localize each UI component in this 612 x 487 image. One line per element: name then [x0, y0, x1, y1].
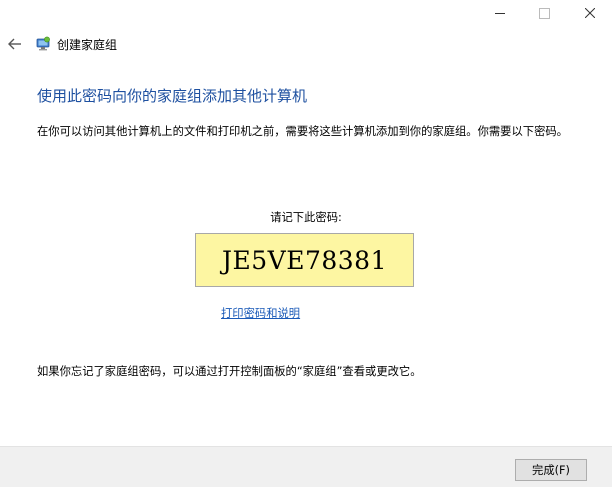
footnote-text: 如果你忘记了家庭组密码，可以通过打开控制面板的“家庭组”查看或更改它。 [37, 365, 422, 378]
close-icon [584, 8, 595, 18]
finish-button[interactable]: 完成(F) [515, 459, 587, 481]
minimize-icon [494, 12, 505, 14]
homegroup-icon [36, 36, 50, 51]
footer-bar: 完成(F) [0, 446, 612, 487]
back-arrow-icon [8, 38, 21, 50]
caption-buttons [477, 0, 612, 26]
homegroup-wizard-window: 创建家庭组 使用此密码向你的家庭组添加其他计算机 在你可以访问其他计算机上的文件… [0, 0, 612, 487]
back-button[interactable] [1, 30, 29, 58]
close-button[interactable] [567, 0, 612, 26]
navigation-bar: 创建家庭组 [0, 30, 117, 58]
description-text: 在你可以访问其他计算机上的文件和打印机之前，需要将这些计算机添加到你的家庭组。你… [37, 125, 568, 138]
password-display: JE5VE78381 [195, 233, 414, 287]
page-heading: 使用此密码向你的家庭组添加其他计算机 [37, 87, 308, 105]
password-label: 请记下此密码: [270, 211, 342, 224]
maximize-button[interactable] [522, 0, 567, 26]
window-title: 创建家庭组 [57, 37, 118, 52]
print-password-link[interactable]: 打印密码和说明 [221, 305, 300, 321]
password-value: JE5VE78381 [221, 245, 387, 275]
minimize-button[interactable] [477, 0, 522, 26]
maximize-icon [539, 7, 550, 19]
